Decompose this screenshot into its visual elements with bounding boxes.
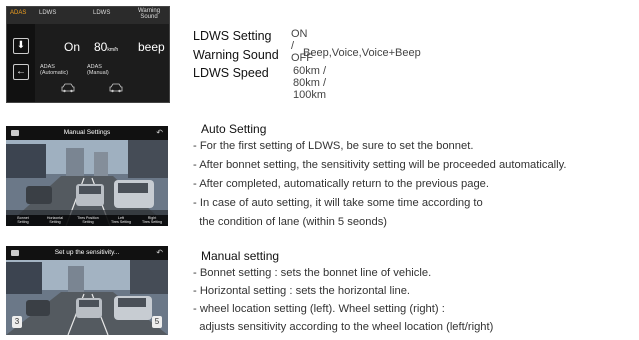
tires-position-setting-tab[interactable]: Tires Position Setting [72, 216, 104, 224]
auto-setting-line: - After completed, automatically return … [193, 178, 490, 190]
manual-settings-tab-bar: Bonnet Setting Horizontal Setting Tires Po… [6, 215, 168, 226]
ldws-setting-label: LDWS Setting [193, 29, 272, 43]
sensitivity-title: Set up the sensitivity... [54, 249, 120, 256]
back-icon[interactable]: ↶ [156, 248, 163, 258]
right-sensitivity-value[interactable]: 5 [152, 316, 162, 328]
left-tires-setting-tab[interactable]: Left Tires Setting [107, 216, 135, 224]
bonnet-setting-tab[interactable]: Bonnet Setting [10, 216, 36, 224]
tab-ldws-speed[interactable]: LDWS [93, 10, 110, 16]
manual-settings-screen: Manual Settings ↶ Bonnet Setting Horizont… [6, 126, 168, 226]
ldws-info-block: LDWS Setting ON / OFF Warning Sound Beep… [193, 27, 421, 101]
ldws-on-value[interactable]: On [64, 40, 80, 54]
adas-automatic-option[interactable]: ADAS (Automatic) [40, 64, 68, 76]
car-manual-icon [109, 83, 123, 93]
speed-unit: km/h [107, 47, 119, 53]
ldws-speed-label: LDWS Speed [193, 66, 269, 80]
manual-setting-line: adjusts sensitivity according to the whe… [193, 321, 494, 333]
horizontal-setting-tab[interactable]: Horizontal Setting [41, 216, 69, 224]
right-tires-setting-tab[interactable]: Right Tires Setting [138, 216, 166, 224]
tab-warning-sound[interactable]: Warning Sound [133, 8, 165, 20]
sensitivity-title-bar: Set up the sensitivity... ↶ [6, 246, 168, 260]
sensitivity-screen: Set up the sensitivity... ↶ 3 5 [6, 246, 168, 335]
download-arrow-icon[interactable]: ⬇ [13, 38, 29, 54]
auto-setting-line: the condition of lane (within 5 seonds) [193, 216, 388, 228]
car-auto-icon [61, 83, 75, 93]
auto-setting-section: Auto Setting - For the first setting of … [193, 122, 567, 235]
auto-setting-line: - For the first setting of LDWS, be sure… [193, 140, 474, 152]
manual-setting-line: - Horizontal setting : sets the horizont… [193, 285, 411, 297]
back-arrow-icon[interactable]: ← [13, 64, 29, 80]
adas-side-buttons: ⬇ ← [7, 24, 35, 102]
tab-warning-line2: Sound [140, 14, 158, 20]
adas-menu-tab-bar: ADAS LDWS LDWS Warning Sound [7, 7, 169, 24]
road-camera-view [6, 140, 168, 226]
adas-manual-option[interactable]: ADAS (Manual) [87, 64, 109, 76]
left-sensitivity-value[interactable]: 3 [12, 316, 22, 328]
adas-menu-screen: ADAS LDWS LDWS Warning Sound ⬇ ← On 80km/… [6, 6, 170, 103]
manual-settings-title: Manual Settings [63, 129, 111, 136]
auto-setting-line: - In case of auto setting, it will take … [193, 197, 483, 209]
ldws-speed-value[interactable]: 80km/h [94, 40, 118, 54]
adas-manual-line2: (Manual) [87, 70, 109, 76]
warning-sound-value[interactable]: beep [138, 40, 165, 54]
auto-setting-heading: Auto Setting [201, 122, 267, 136]
manual-setting-section: Manual setting - Bonnet setting : sets t… [193, 249, 493, 339]
manual-setting-line: - wheel location setting (left). Wheel s… [193, 303, 445, 315]
ldws-speed-options: 60km / 80km / 100km [293, 65, 327, 101]
camera-icon [11, 130, 19, 136]
road-camera-view [6, 260, 168, 335]
warning-sound-label: Warning Sound [193, 48, 279, 62]
camera-icon [11, 250, 19, 256]
manual-setting-heading: Manual setting [201, 249, 280, 263]
back-icon[interactable]: ↶ [156, 128, 163, 138]
manual-setting-line: - Bonnet setting : sets the bonnet line … [193, 267, 432, 279]
warning-sound-options: Beep,Voice,Voice+Beep [303, 47, 421, 59]
adas-auto-line2: (Automatic) [40, 70, 69, 76]
tab-adas[interactable]: ADAS [10, 10, 26, 16]
speed-number: 80 [94, 40, 108, 54]
auto-setting-line: - After bonnet setting, the sensitivity … [193, 159, 567, 171]
manual-settings-title-bar: Manual Settings ↶ [6, 126, 168, 140]
tab-ldws-setting[interactable]: LDWS [39, 10, 56, 16]
